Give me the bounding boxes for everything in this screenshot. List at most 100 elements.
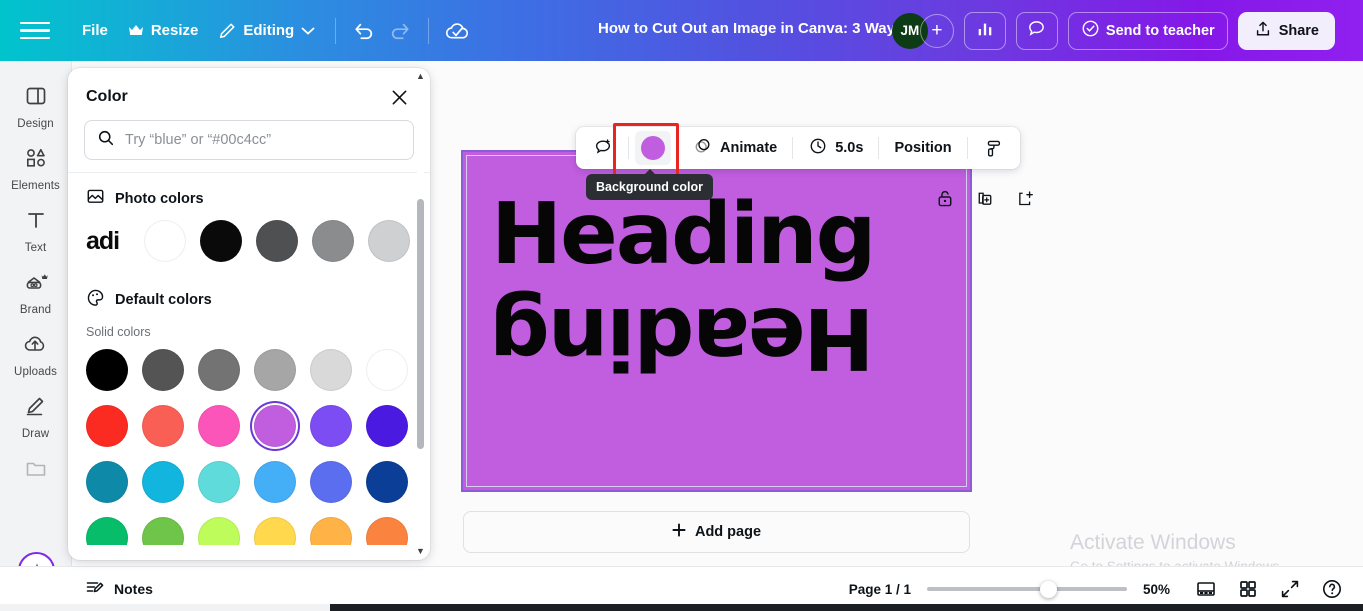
sidebar-item-projects[interactable] [3,447,69,497]
zoom-slider[interactable] [927,580,1127,598]
bottom-bar-right-group: Page 1 / 1 50% [849,576,1345,602]
resize-button[interactable]: Resize [118,15,209,46]
sidebar-item-elements[interactable]: Elements [3,137,69,199]
duplicate-page-icon[interactable] [972,185,998,211]
solid-swatch-2-0[interactable] [86,461,128,503]
solid-swatch-1-1[interactable] [142,405,184,447]
editing-mode-button[interactable]: Editing [208,15,325,47]
grid-view-icon[interactable] [1235,576,1261,602]
photo-swatch-3[interactable] [312,220,354,262]
solid-swatch-0-2[interactable] [198,349,240,391]
chevron-down-icon [301,26,315,36]
page-view-icon[interactable] [1193,576,1219,602]
photo-swatch-0[interactable] [144,220,186,262]
position-button[interactable]: Position [885,132,960,164]
lock-icon[interactable] [932,185,958,211]
add-page-icon[interactable] [1012,185,1038,211]
photo-thumbnail[interactable]: adi [86,224,130,258]
solid-swatch-2-2[interactable] [198,461,240,503]
file-menu-button[interactable]: File [72,15,118,46]
insights-button[interactable] [963,11,1006,50]
background-color-swatch [641,136,665,160]
solid-swatch-3-2[interactable] [198,517,240,545]
solid-swatch-3-5[interactable] [366,517,408,545]
solid-swatch-0-3[interactable] [254,349,296,391]
sidebar-item-draw[interactable]: Draw [3,385,69,447]
solid-swatch-1-2[interactable] [198,405,240,447]
solid-colors-row-2 [84,455,414,511]
editing-label: Editing [243,22,295,39]
solid-swatch-2-4[interactable] [310,461,352,503]
notes-button[interactable]: Notes [85,578,153,601]
plus-icon [672,523,686,541]
solid-swatch-1-0[interactable] [86,405,128,447]
sidebar-item-brand[interactable]: Brand [3,261,69,323]
solid-swatch-2-1[interactable] [142,461,184,503]
solid-swatch-2-5[interactable] [366,461,408,503]
animate-button[interactable]: Animate [684,132,786,164]
watermark-title: Activate Windows [1070,531,1236,554]
zoom-percentage[interactable]: 50% [1143,582,1177,597]
heading-text[interactable]: Heading [491,192,876,277]
color-panel-scrollbar[interactable]: ▲ ▼ [414,72,427,556]
solid-swatch-3-4[interactable] [310,517,352,545]
horizontal-scrollbar[interactable] [0,604,1363,611]
design-canvas-page[interactable]: Heading Heading [461,150,972,492]
share-upload-icon [1254,20,1272,42]
caret-down-icon[interactable]: ▼ [416,547,425,556]
add-collaborator-button[interactable]: + [919,13,954,48]
solid-swatch-0-4[interactable] [310,349,352,391]
solid-swatch-2-3[interactable] [254,461,296,503]
cloud-check-icon[interactable] [439,13,475,49]
hamburger-menu-icon[interactable] [20,20,50,42]
color-panel: Color Photo colo [68,68,430,560]
caret-up-icon[interactable]: ▲ [416,72,425,81]
color-search-box[interactable] [84,120,414,160]
solid-swatch-0-5[interactable] [366,349,408,391]
color-panel-scroll-area[interactable]: Photo colors adi Default colors Solid co… [68,173,430,545]
clock-icon [808,136,828,160]
pencil-icon [218,22,236,40]
solid-swatch-3-3[interactable] [254,517,296,545]
duration-button[interactable]: 5.0s [799,132,872,164]
comment-add-icon[interactable] [584,132,622,164]
sidebar-item-uploads[interactable]: Uploads [3,323,69,385]
solid-swatch-0-0[interactable] [86,349,128,391]
sidebar-item-text[interactable]: Text [3,199,69,261]
send-to-teacher-button[interactable]: Send to teacher [1067,11,1228,50]
comments-button[interactable] [1015,11,1058,50]
design-title[interactable]: How to Cut Out an Image in Canva: 3 Ways [598,20,903,37]
help-question-icon[interactable] [1319,576,1345,602]
scrollbar-thumb[interactable] [417,199,424,449]
solid-swatch-0-1[interactable] [142,349,184,391]
add-page-button[interactable]: Add page [463,511,970,553]
photo-swatch-4[interactable] [368,220,410,262]
sidebar-item-design[interactable]: Design [3,75,69,137]
brand-crown-icon [23,270,49,299]
horizontal-scrollbar-thumb[interactable] [330,604,1363,611]
solid-swatch-1-5[interactable] [366,405,408,447]
color-search-input[interactable] [125,132,401,148]
solid-swatch-1-3-selected[interactable] [254,405,296,447]
undo-icon[interactable] [346,13,382,49]
left-sidebar-rail: Design Elements Text Brand Uploads Draw [0,61,72,611]
folder-icon [24,456,48,485]
photo-swatch-1[interactable] [200,220,242,262]
text-t-icon [24,208,48,237]
solid-swatch-3-0[interactable] [86,517,128,545]
photo-swatch-2[interactable] [256,220,298,262]
paint-roller-icon[interactable] [974,132,1012,164]
background-color-button[interactable] [635,131,671,165]
redo-icon[interactable] [382,13,418,49]
share-button[interactable]: Share [1237,11,1335,50]
solid-swatch-1-4[interactable] [310,405,352,447]
bar-chart-icon [976,20,994,42]
page-tools-group [932,185,1038,211]
zoom-slider-knob[interactable] [1040,580,1057,598]
animate-icon [693,136,713,160]
heading-text-flipped[interactable]: Heading [491,288,874,387]
close-icon[interactable] [386,84,412,110]
expand-arrows-icon[interactable] [1277,576,1303,602]
solid-swatch-3-1[interactable] [142,517,184,545]
photo-colors-heading: Photo colors [84,173,414,214]
